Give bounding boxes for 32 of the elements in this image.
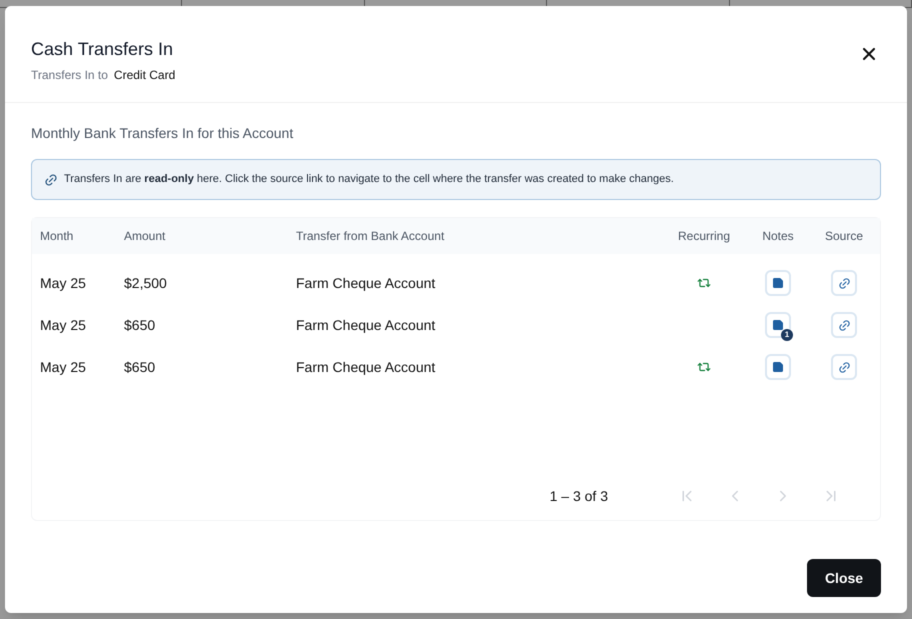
source-link-button[interactable]: [831, 312, 857, 338]
source-link-button[interactable]: [831, 270, 857, 296]
column-header: Amount: [124, 229, 166, 243]
info-text: Transfers In are read-only here. Click the source link to navigate to the cell where the transfer was created to make changes.: [64, 172, 674, 188]
table-cell: $650: [124, 358, 156, 374]
column-header: Month: [40, 229, 74, 243]
table-cell: $650: [124, 316, 156, 332]
source-link-button[interactable]: [831, 354, 857, 380]
notes-button[interactable]: [765, 270, 791, 296]
subtitle-label: Transfers In to: [31, 67, 108, 84]
table-cell: May 25: [40, 274, 86, 290]
note-icon: [772, 361, 784, 373]
column-header: Source: [824, 229, 864, 243]
notes-count-badge: 1: [781, 329, 793, 341]
note-icon: [772, 319, 784, 331]
column-header: Recurring: [678, 229, 730, 243]
note-icon: [772, 277, 784, 289]
table-cell: May 25: [40, 316, 86, 332]
subtitle-value: Credit Card: [114, 67, 176, 84]
table-cell: Farm Cheque Account: [296, 316, 436, 332]
table-cell: $2,500: [124, 274, 167, 290]
dialog-title: Cash Transfers In: [31, 38, 174, 61]
section-title: Monthly Bank Transfers In for this Account: [31, 124, 294, 143]
close-button[interactable]: Close: [807, 559, 881, 597]
table-cell: Farm Cheque Account: [296, 274, 436, 290]
pagination-range: 1 – 3 of 3: [550, 486, 608, 506]
table-cell: Farm Cheque Account: [296, 358, 436, 374]
notes-button[interactable]: 1: [765, 312, 791, 338]
table-cell: May 25: [40, 358, 86, 374]
notes-button[interactable]: [765, 354, 791, 380]
column-header: Notes: [762, 229, 794, 243]
column-header: Transfer from Bank Account: [296, 229, 444, 243]
